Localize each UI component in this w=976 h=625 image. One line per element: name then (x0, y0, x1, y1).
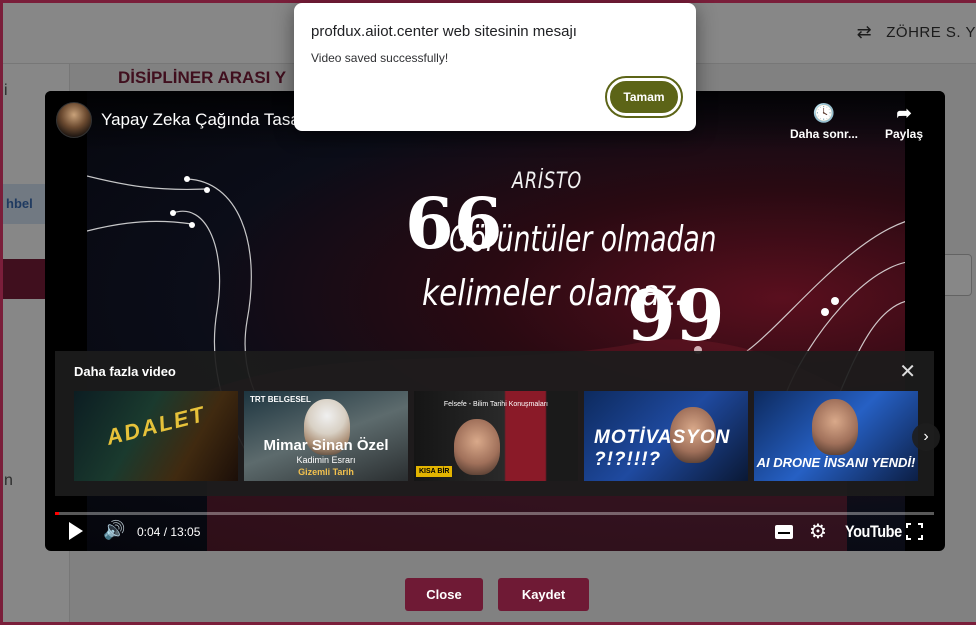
video-title[interactable]: Yapay Zeka Çağında Tasarı (101, 110, 310, 130)
video-thumbnail[interactable]: MOTİVASYON ?!?!!!? (584, 391, 748, 481)
thumbnail-subtitle: Gizemli Tarih (298, 467, 354, 477)
thumbnail-figure (454, 419, 500, 475)
quote-author: ARİSTO (512, 169, 583, 194)
close-button[interactable]: Close (405, 578, 483, 611)
share-arrow-icon: ➦ (896, 103, 912, 123)
thumbnail-figure (812, 399, 858, 455)
thumbnail-list: ADALET TRT BELGESEL Mimar Sinan Özel Kad… (74, 391, 918, 481)
video-thumbnail[interactable]: ADALET (74, 391, 238, 481)
close-icon[interactable]: ✕ (899, 359, 916, 384)
fullscreen-icon[interactable] (906, 523, 923, 540)
thumbnail-subtitle: Kadimin Esrarı (296, 455, 356, 465)
video-thumbnail[interactable]: AI DRONE İNSANI YENDİ! (754, 391, 918, 481)
alert-title: profdux.aiiot.center web sitesinin mesaj… (311, 23, 577, 40)
clock-icon: 🕓 (812, 103, 836, 123)
subtitles-icon[interactable] (775, 525, 793, 539)
volume-icon[interactable]: 🔊 (103, 520, 125, 541)
video-player[interactable]: ARİSTO 66 Görüntüler olmadan kelimeler o… (45, 91, 945, 551)
thumbnail-caption: ADALET (103, 401, 209, 450)
video-thumbnail[interactable]: TRT BELGESEL Mimar Sinan Özel Kadimin Es… (244, 391, 408, 481)
quote-line-1: Görüntüler olmadan (449, 219, 717, 260)
progress-fill (55, 512, 60, 515)
share-button[interactable]: ➦ Paylaş (879, 103, 929, 141)
chevron-right-icon[interactable]: › (912, 423, 940, 451)
youtube-logo[interactable]: YouTube (845, 522, 902, 542)
more-videos-panel: Daha fazla video ✕ ADALET TRT BELGESEL M… (55, 351, 940, 496)
share-label: Paylaş (884, 127, 924, 141)
watch-later-label: Daha sonr... (789, 127, 859, 141)
alert-dialog: profdux.aiiot.center web sitesinin mesaj… (294, 3, 696, 131)
save-button[interactable]: Kaydet (498, 578, 589, 611)
gear-icon[interactable]: ⚙ (809, 519, 827, 544)
channel-avatar[interactable] (56, 102, 92, 138)
time-display: 0:04 / 13:05 (137, 525, 201, 539)
player-controls: 🔊 0:04 / 13:05 ⚙ YouTube (55, 519, 934, 547)
quote-close-icon: 99 (627, 274, 725, 357)
watch-later-button[interactable]: 🕓 Daha sonr... (789, 103, 859, 141)
alert-message: Video saved successfully! (311, 51, 449, 65)
thumbnail-caption: Mimar Sinan Özel (263, 437, 389, 454)
play-icon[interactable] (69, 522, 83, 540)
progress-bar[interactable] (55, 512, 934, 515)
thumbnail-caption: Felsefe - Bilim Tarihi Konuşmaları (443, 401, 548, 408)
thumbnail-tag: TRT BELGESEL (250, 395, 311, 404)
thumbnail-caption: AI DRONE İNSANI YENDİ! (756, 455, 916, 470)
thumbnail-caption: MOTİVASYON ?!?!!!? (594, 427, 731, 470)
ok-button[interactable]: Tamam (605, 76, 683, 118)
video-thumbnail[interactable]: Felsefe - Bilim Tarihi Konuşmaları KISA … (414, 391, 578, 481)
more-videos-title: Daha fazla video (74, 364, 176, 379)
thumbnail-badge: KISA BİR (416, 466, 453, 477)
